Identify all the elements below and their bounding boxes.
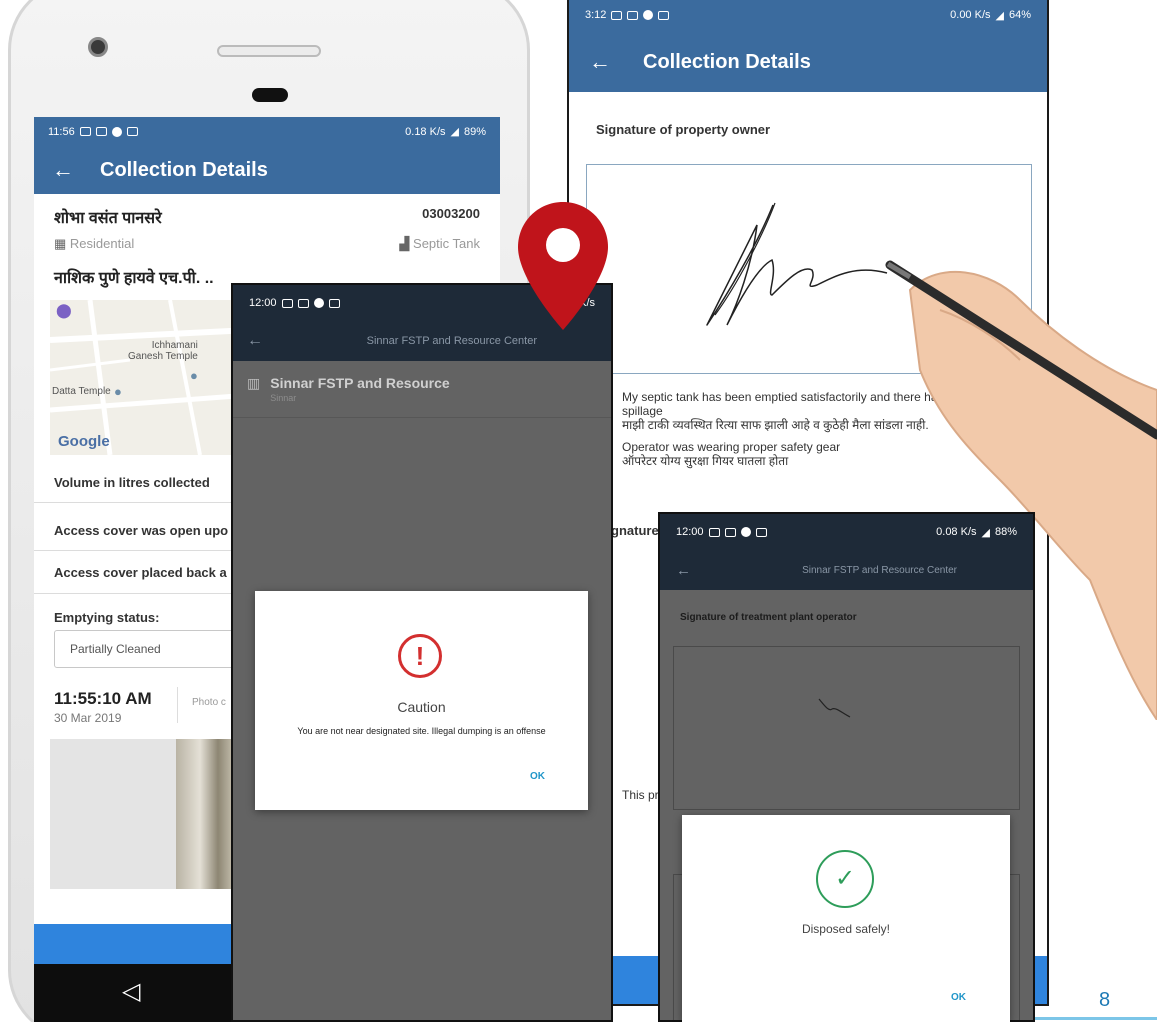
site-list-item[interactable]: ▥ Sinnar FSTP and Resource Sinnar xyxy=(233,361,611,418)
map-roads xyxy=(50,300,250,455)
location-map[interactable]: ⬤ Ichhamani Ganesh Temple ● Datta Temple… xyxy=(50,300,250,455)
gallery-icon xyxy=(95,127,107,136)
alert-circle-icon: ! xyxy=(398,634,442,678)
app-bar: ← Sinnar FSTP and Resource Center xyxy=(660,550,1033,590)
status-bar: 12:00 0.08 K/s ◢ 88% xyxy=(660,514,1033,550)
camera-lens xyxy=(88,37,108,57)
photo-placeholder xyxy=(50,739,176,889)
network-speed: 0.18 K/s xyxy=(405,125,446,138)
dialog-ok-button[interactable]: OK xyxy=(951,992,966,1003)
status-time: 12:00 xyxy=(249,297,277,309)
caution-dialog: ! Caution You are not near designated si… xyxy=(255,591,588,810)
play-icon xyxy=(313,298,324,308)
dialog-message: You are not near designated site. Illega… xyxy=(297,726,546,736)
building-icon: ▦ xyxy=(54,236,67,251)
page-title: Collection Details xyxy=(100,158,268,181)
sensor xyxy=(252,88,288,102)
dialog-title: Caution xyxy=(397,699,446,715)
play-icon xyxy=(111,126,122,137)
operator-signature-label: Signature of treatment plant operator xyxy=(680,612,857,623)
status-time: 11:56 xyxy=(48,125,75,138)
timestamp-date: 30 Mar 2019 xyxy=(54,711,122,725)
notification-icon xyxy=(658,10,670,20)
owner-id: 03003200 xyxy=(422,206,480,221)
notification-icon xyxy=(755,527,767,537)
emptying-status-value: Partially Cleaned xyxy=(70,642,161,656)
status-time: 12:00 xyxy=(676,526,704,538)
back-arrow-icon[interactable]: ← xyxy=(247,332,263,350)
disposed-dialog: ✓ Disposed safely! OK xyxy=(682,815,1010,1022)
dialog-message: Disposed safely! xyxy=(801,922,891,936)
battery-level: 88% xyxy=(994,526,1017,538)
speaker-grille xyxy=(217,45,321,57)
map-label-temple: Ichhamani Ganesh Temple xyxy=(128,340,198,362)
mail-icon xyxy=(627,10,639,20)
google-logo: Google xyxy=(58,433,110,450)
operator-signature-label: gnature xyxy=(611,523,659,538)
emptying-status-select[interactable]: Partially Cleaned xyxy=(54,630,254,668)
access-cover-back-label: Access cover placed back a xyxy=(54,565,227,580)
gallery-icon xyxy=(297,298,309,308)
collection-photo[interactable] xyxy=(176,739,236,889)
page-title: Sinnar FSTP and Resource Center xyxy=(366,335,537,347)
site-subtitle: Sinnar xyxy=(270,393,297,403)
play-icon xyxy=(740,527,751,537)
notification-icon xyxy=(126,127,138,136)
battery-level: 89% xyxy=(463,125,486,138)
app-bar: ← Collection Details xyxy=(34,146,500,194)
page-number: 8 xyxy=(1099,989,1111,1011)
status-time: 3:12 xyxy=(585,9,607,21)
notification-icon xyxy=(79,127,91,136)
notification-icon xyxy=(708,527,720,537)
timestamp-time: 11:55:10 AM xyxy=(54,689,152,708)
temple-icon: ● xyxy=(190,368,198,383)
map-label-datta: Datta Temple xyxy=(52,386,111,397)
tank-icon: ▟ xyxy=(399,236,410,251)
access-cover-open-label: Access cover was open upo xyxy=(54,523,229,538)
network-speed: 0.00 K/s xyxy=(950,9,991,21)
emptying-status-label: Emptying status: xyxy=(54,610,160,625)
gallery-icon xyxy=(724,527,736,537)
temple-icon: ● xyxy=(114,384,122,399)
dialog-ok-button[interactable]: OK xyxy=(530,771,545,782)
footer-rule xyxy=(1035,1017,1157,1020)
property-type: Residential xyxy=(69,236,135,251)
location-pin-icon xyxy=(518,202,608,330)
status-bar: 11:56 0.18 K/s ◢ 89% xyxy=(34,117,500,146)
operator-signature-stroke xyxy=(818,698,851,718)
network-speed: 0.08 K/s xyxy=(936,526,977,538)
check-circle-icon: ✓ xyxy=(816,850,874,908)
battery-level: 64% xyxy=(1008,9,1031,21)
app-bar: ← Collection Details xyxy=(569,32,1047,92)
tank-type: Septic Tank xyxy=(413,236,480,251)
page-title: Collection Details xyxy=(643,50,811,73)
back-arrow-icon[interactable]: ← xyxy=(589,49,611,75)
back-arrow-icon[interactable]: ← xyxy=(52,157,74,183)
site-title: Sinnar FSTP and Resource xyxy=(270,375,450,391)
slide-canvas: 11:56 0.18 K/s ◢ 89% ← Collection Detail… xyxy=(0,0,1157,1022)
notification-icon xyxy=(328,298,340,308)
gallery-icon xyxy=(611,10,623,20)
page-title: Sinnar FSTP and Resource Center xyxy=(802,564,957,576)
signal-icon: ◢ xyxy=(450,126,459,138)
body-text-partial: This pr xyxy=(622,788,659,802)
signal-icon: ◢ xyxy=(981,526,990,539)
photo-label: Photo c xyxy=(192,697,226,708)
play-icon xyxy=(643,10,654,20)
back-arrow-icon[interactable]: ← xyxy=(676,562,691,579)
volume-label: Volume in litres collected xyxy=(54,475,210,490)
building-icon: ▥ xyxy=(247,375,261,391)
notification-icon xyxy=(281,298,293,308)
operator-signature-pad[interactable] xyxy=(673,646,1020,810)
owner-name: शोभा वसंत पानसरे xyxy=(54,210,162,227)
signal-icon: ◢ xyxy=(995,9,1004,22)
map-pin-icon: ⬤ xyxy=(56,302,72,318)
status-bar: 3:12 0.00 K/s ◢ 64% xyxy=(569,0,1047,32)
owner-signature-label: Signature of property owner xyxy=(596,122,771,137)
nav-back-icon[interactable]: ◁ xyxy=(122,977,140,1006)
